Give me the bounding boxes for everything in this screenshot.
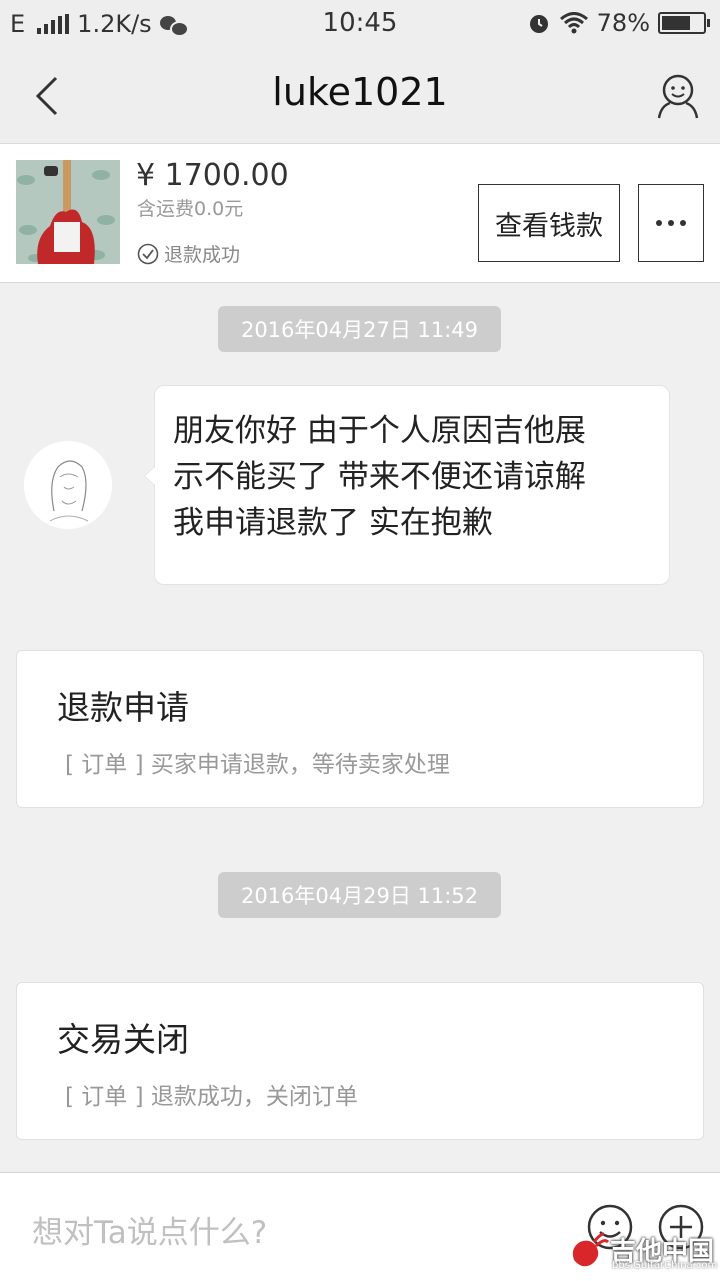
card-description: [ 订单 ] 买家申请退款，等待卖家处理 [65,752,450,778]
avatar[interactable] [24,441,112,529]
refund-status: 退款成功 [137,240,240,267]
nav-bar: luke1021 [0,48,720,143]
watermark-url: bbs.GuitarChina.com [612,1260,718,1271]
message-bubble[interactable]: 朋友你好 由于个人原因吉他展 示不能买了 带来不便还请谅解 我申请退款了 实在抱… [144,385,670,585]
message-line: 示不能买了 带来不便还请谅解 [173,459,586,495]
product-thumbnail[interactable] [16,160,120,264]
alarm-icon [529,15,548,33]
lobster-logo-icon [572,1232,610,1267]
check-circle-icon [137,243,159,264]
order-card-refund-request[interactable]: 退款申请 [ 订单 ] 买家申请退款，等待卖家处理 [16,650,704,808]
watermark-logo: 吉他中国 bbs.GuitarChina.com [566,1228,718,1276]
timestamp: 2016年04月29日 11:52 [218,872,501,918]
message-input[interactable]: 想对Ta说点什么? [32,1207,267,1252]
card-description: [ 订单 ] 退款成功，关闭订单 [65,1084,358,1110]
user-icon[interactable] [656,72,700,120]
refund-status-text: 退款成功 [164,244,241,266]
shipping-fee: 含运费0.0元 [137,198,244,220]
order-card-trade-closed[interactable]: 交易关闭 [ 订单 ] 退款成功，关闭订单 [16,982,704,1140]
wifi-icon [559,12,588,34]
status-bar: E 1.2K/s 10:45 78% [0,0,720,48]
card-title: 退款申请 [57,688,189,727]
card-title: 交易关闭 [57,1020,189,1059]
page-title: luke1021 [272,70,448,114]
message-line: 我申请退款了 实在抱歉 [173,505,493,541]
battery-icon [658,12,710,34]
battery-percent: 78% [596,9,650,37]
view-money-button[interactable]: 查看钱款 [478,184,620,262]
product-summary[interactable]: ¥ 1700.00 含运费0.0元 退款成功 查看钱款 [0,143,720,283]
more-icon[interactable] [638,184,704,262]
timestamp: 2016年04月27日 11:49 [218,306,501,352]
product-price: ¥ 1700.00 [136,158,289,193]
message-line: 朋友你好 由于个人原因吉他展 [173,413,586,449]
